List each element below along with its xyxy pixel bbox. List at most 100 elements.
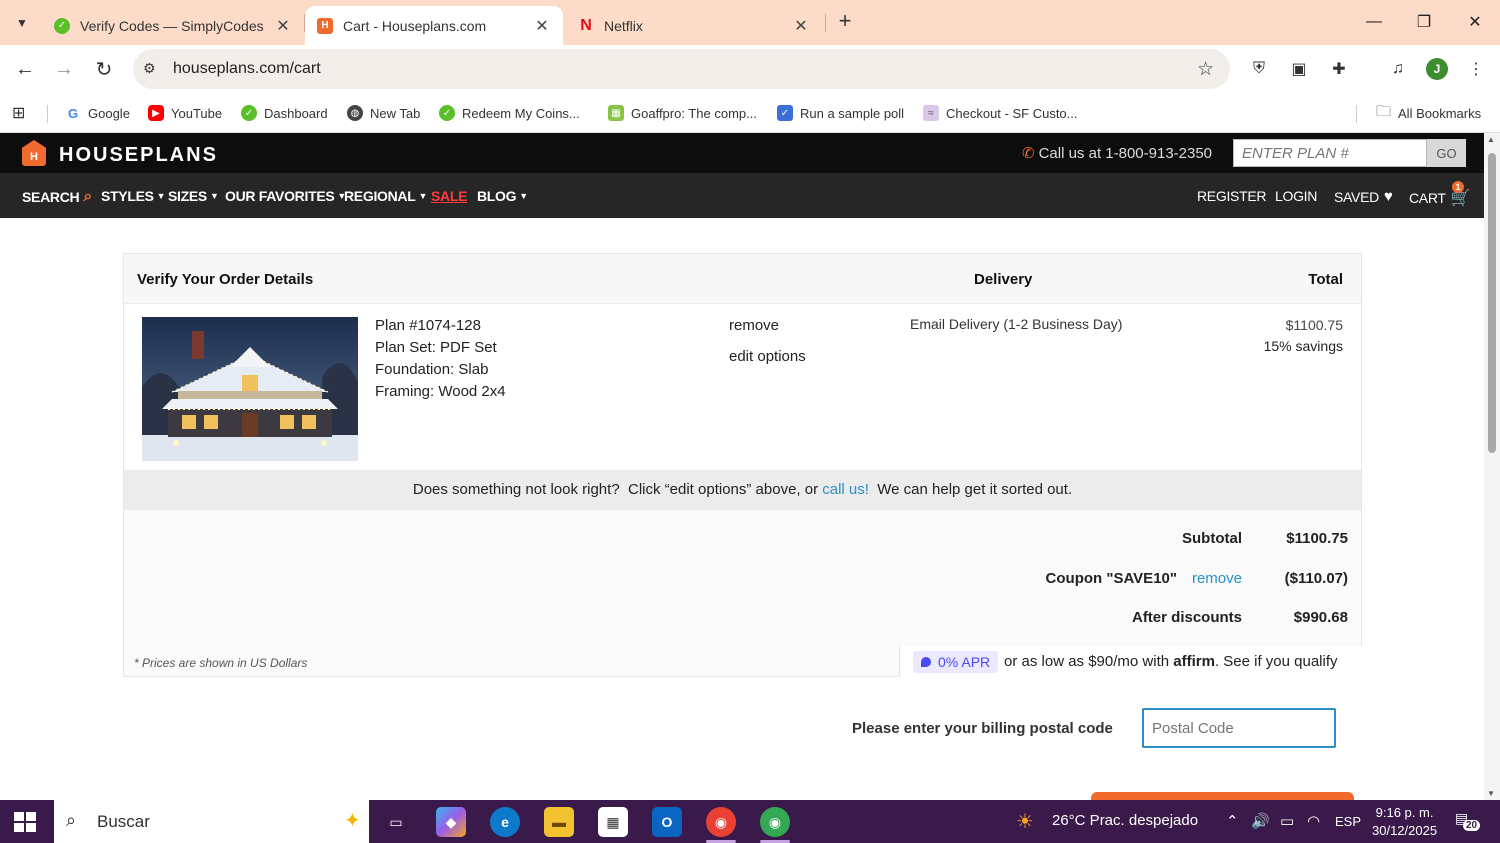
address-bar[interactable]: ⚙ houseplans.com/cart ☆ [133, 49, 1230, 89]
windows-start-icon[interactable] [14, 812, 36, 832]
nav-styles[interactable]: STYLES ▼ [101, 188, 166, 204]
bookmark-google[interactable]: G Google [65, 102, 130, 124]
edge-icon[interactable]: e [490, 807, 520, 837]
url-text[interactable]: houseplans.com/cart [173, 60, 321, 78]
postal-code-input[interactable] [1142, 708, 1336, 748]
bookmark-dashboard[interactable]: ✓ Dashboard [241, 102, 328, 124]
checkout-button[interactable] [1091, 792, 1354, 800]
plan-thumbnail[interactable] [142, 317, 358, 461]
chevron-down-icon: ▼ [156, 191, 166, 201]
remove-coupon-link[interactable]: remove [1192, 570, 1242, 587]
profile-avatar[interactable]: J [1426, 58, 1448, 80]
close-window-icon[interactable]: ✕ [1455, 8, 1495, 36]
all-bookmarks[interactable]: 🗀 All Bookmarks [1376, 102, 1481, 124]
copilot-app-icon[interactable]: ◆ [436, 807, 466, 837]
apps-grid-icon[interactable]: ⊞ [12, 102, 25, 124]
scrollbar-thumb[interactable] [1488, 153, 1496, 453]
phone-icon: ✆ [1022, 145, 1035, 162]
task-view-icon[interactable]: ▭ [381, 807, 411, 837]
order-heading: Verify Your Order Details [137, 271, 314, 288]
folder-icon: 🗀 [1376, 102, 1392, 120]
nav-register[interactable]: REGISTER [1197, 188, 1266, 204]
scroll-down-icon[interactable]: ▼ [1487, 789, 1495, 798]
goaffpro-icon: ▦ [608, 105, 624, 121]
nav-login[interactable]: LOGIN [1275, 188, 1317, 204]
scroll-up-icon[interactable]: ▲ [1487, 135, 1495, 144]
back-arrow-icon[interactable]: ← [11, 55, 39, 83]
close-tab-icon[interactable]: ✕ [792, 16, 810, 36]
bookmark-youtube[interactable]: ▶ YouTube [148, 102, 222, 124]
taskbar-search[interactable]: ⌕ Buscar ✦ [54, 800, 369, 843]
store-icon[interactable]: ▦ [598, 807, 628, 837]
new-tab-plus-icon[interactable]: + [834, 10, 856, 34]
outlook-icon[interactable]: O [652, 807, 682, 837]
reload-icon[interactable]: ↻ [90, 55, 118, 83]
subtotal-value: $1100.75 [1286, 530, 1348, 547]
tab-houseplans[interactable]: H Cart - Houseplans.com ✕ [305, 6, 563, 45]
media-control-icon[interactable]: ♫ [1386, 57, 1410, 81]
close-tab-icon[interactable]: ✕ [533, 16, 551, 36]
copilot-sparkle-icon: ✦ [344, 810, 361, 832]
plan-number-input[interactable] [1233, 139, 1427, 167]
close-tab-icon[interactable]: ✕ [274, 16, 292, 36]
google-icon: G [65, 105, 81, 121]
notifications-icon[interactable]: ▤ 20 [1455, 810, 1481, 832]
weather-text[interactable]: 26°C Prac. despejado [1052, 812, 1198, 829]
affirm-promo[interactable]: 0% APR or as low as $90/mo with affirm. … [899, 646, 1362, 677]
restore-icon[interactable]: ❐ [1404, 8, 1444, 36]
weather-icon[interactable]: ☀ [1016, 809, 1034, 834]
tray-chevron-up-icon[interactable]: ⌃ [1226, 812, 1239, 830]
search-icon: ⌕ [66, 810, 77, 830]
battery-icon[interactable]: ▭ [1280, 812, 1294, 830]
nav-sizes[interactable]: SIZES ▼ [168, 188, 219, 204]
nav-regional[interactable]: REGIONAL ▼ [344, 188, 427, 204]
minimize-icon[interactable]: — [1354, 8, 1394, 36]
site-info-icon[interactable]: ⚙ [143, 60, 161, 78]
extensions-puzzle-icon[interactable]: ✚ [1327, 57, 1351, 81]
bookmark-label: YouTube [171, 105, 223, 121]
bookmark-poll[interactable]: ✓ Run a sample poll [777, 102, 904, 124]
bookmark-label: Goaffpro: The comp... [631, 105, 757, 121]
tab-netflix[interactable]: N Netflix ✕ [566, 6, 822, 45]
affirm-post-text[interactable]: . See if you qualify [1215, 653, 1338, 670]
file-explorer-icon[interactable]: ▬ [544, 807, 574, 837]
bookmark-new-tab[interactable]: ◍ New Tab [347, 102, 420, 124]
wallet-extension-icon[interactable]: ▣ [1287, 57, 1311, 81]
nav-search[interactable]: SEARCH ⌕ [22, 188, 92, 206]
plan-number-link[interactable]: Plan #1074-128 [375, 317, 481, 334]
bookmarks-bar: ⊞ G Google ▶ YouTube ✓ Dashboard ◍ New T… [0, 93, 1500, 133]
chrome-profile-icon[interactable]: ◉ [760, 807, 790, 837]
cart-item-row: Plan #1074-128 Plan Set: PDF Set Foundat… [124, 304, 1361, 470]
order-card: Verify Your Order Details Delivery Total [123, 253, 1362, 677]
chrome-icon[interactable]: ◉ [706, 807, 736, 837]
forward-arrow-icon[interactable]: → [50, 55, 78, 83]
tab-simplycodes[interactable]: ✓ Verify Codes — SimplyCodes ✕ [42, 6, 304, 45]
site-logo[interactable]: HOUSEPLANS [59, 144, 218, 167]
language-indicator[interactable]: ESP [1335, 814, 1361, 829]
call-us-link[interactable]: call us! [822, 481, 869, 498]
call-us[interactable]: ✆ Call us at 1-800-913-2350 [1022, 144, 1212, 162]
remove-item-link[interactable]: remove [729, 317, 779, 334]
volume-icon[interactable]: 🔊 [1251, 812, 1270, 830]
bookmark-star-icon[interactable]: ☆ [1197, 58, 1214, 81]
nav-sale[interactable]: SALE [431, 188, 467, 204]
more-menu-icon[interactable]: ⋮ [1464, 57, 1488, 81]
go-button[interactable]: GO [1427, 139, 1466, 167]
page-viewport: H HOUSEPLANS ✆ Call us at 1-800-913-2350 … [0, 133, 1500, 800]
edit-options-link[interactable]: edit options [729, 348, 806, 365]
bookmark-label: Run a sample poll [800, 105, 905, 121]
houseplans-logo-icon[interactable]: H [22, 140, 46, 166]
subtotal-label: Subtotal [1182, 530, 1242, 547]
nav-saved[interactable]: SAVED ♥ [1334, 188, 1393, 205]
nav-favorites[interactable]: OUR FAVORITES ▼ [225, 188, 346, 204]
bookmark-checkout[interactable]: ≈ Checkout - SF Custo... [923, 102, 1078, 124]
bookmark-goaffpro[interactable]: ▦ Goaffpro: The comp... [608, 102, 757, 124]
shield-extension-icon[interactable]: ⛨ [1247, 57, 1271, 81]
nav-blog[interactable]: BLOG ▼ [477, 188, 528, 204]
page-scrollbar[interactable]: ▲ ▼ [1484, 133, 1500, 800]
netflix-icon: N [580, 16, 592, 34]
wifi-icon[interactable]: ◠ [1307, 812, 1320, 830]
bookmark-redeem[interactable]: ✓ Redeem My Coins... [439, 102, 580, 124]
clock[interactable]: 9:16 p. m. 30/12/2025 [1372, 804, 1437, 840]
tab-search-chevron-icon[interactable]: ▼ [8, 9, 36, 37]
